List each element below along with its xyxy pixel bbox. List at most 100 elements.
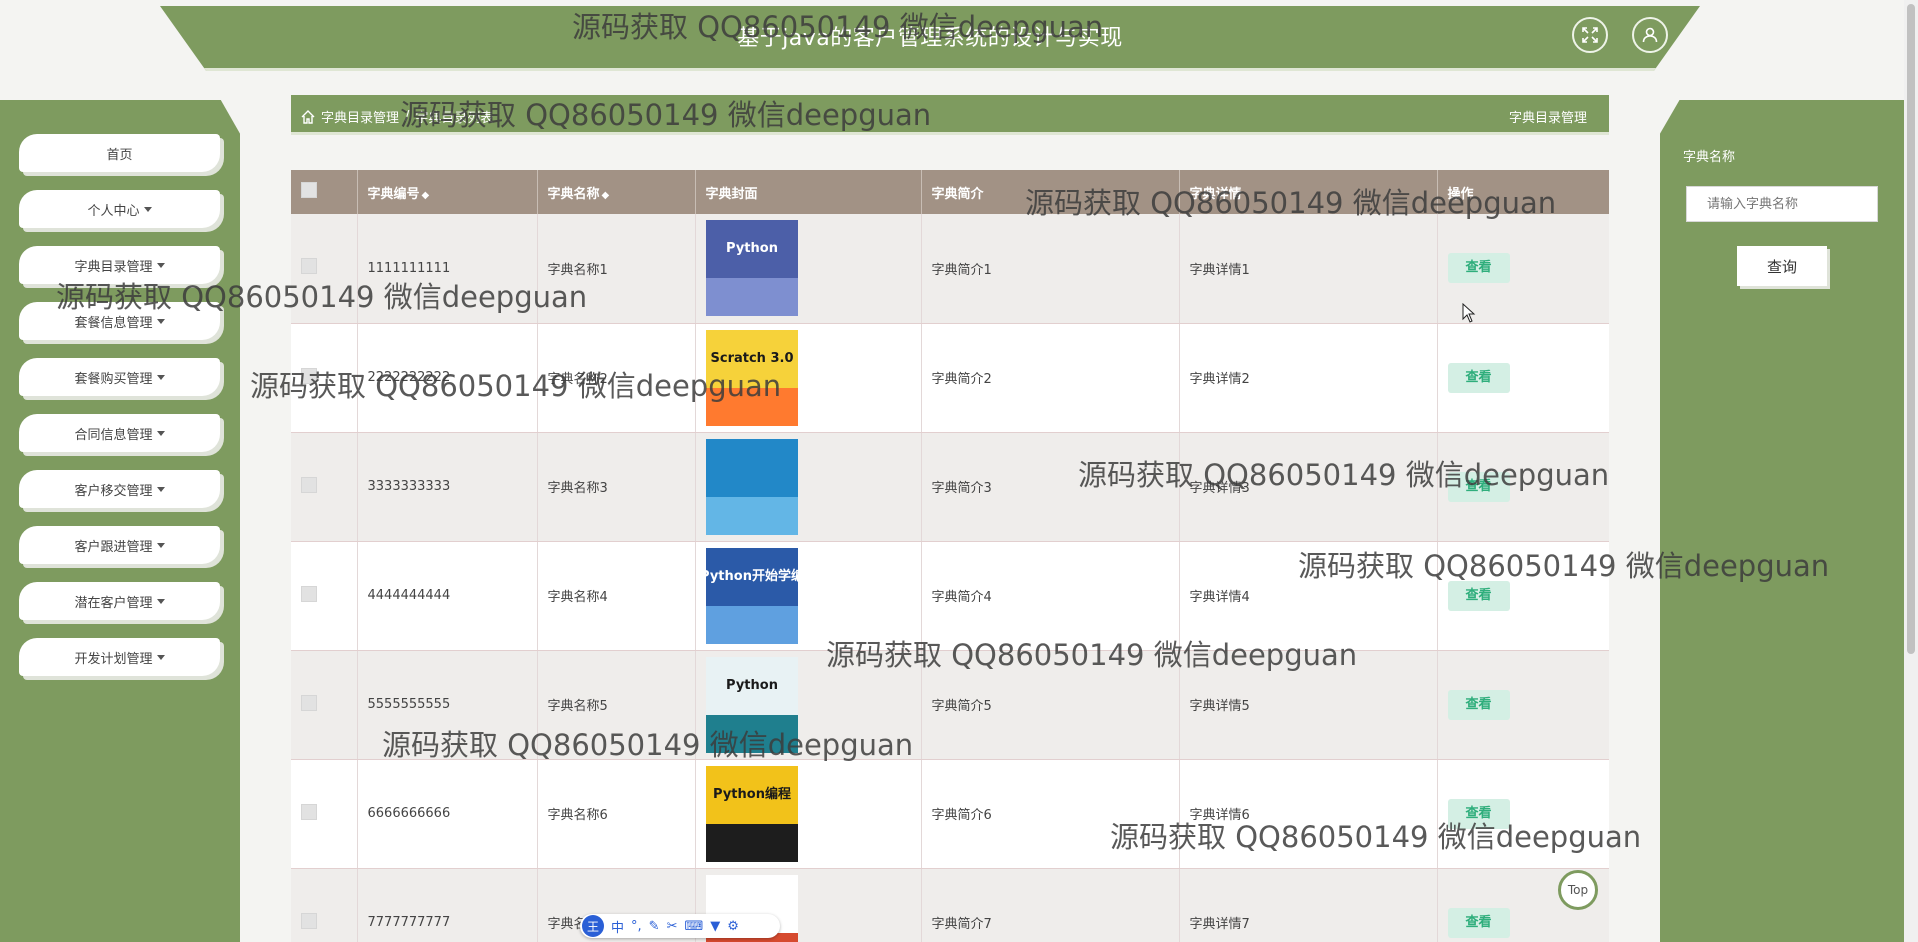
search-button[interactable]: 查询 [1737, 246, 1827, 286]
cell-code: 3333333333 [357, 432, 538, 542]
cell-intro: 字典简介7 [921, 868, 1180, 942]
sidebar-item-label: 客户移交管理 [74, 483, 153, 499]
book-cover-image[interactable] [702, 437, 802, 537]
fullscreen-button[interactable] [1572, 17, 1608, 53]
col-header-cover: 字典封面 [695, 170, 922, 214]
col-header-action: 操作 [1437, 170, 1609, 214]
breadcrumb-separator: / [405, 109, 410, 124]
sidebar-item[interactable]: 客户移交管理 [19, 470, 220, 508]
mouse-cursor-icon [1462, 303, 1476, 323]
cell-action: 查看 [1437, 323, 1609, 433]
user-icon [1642, 27, 1658, 43]
sidebar-item[interactable]: 字典目录管理 [19, 246, 220, 284]
sidebar-item[interactable]: 客户跟进管理 [19, 526, 220, 564]
book-cover-title: Python [726, 241, 778, 256]
table-row: 7777777777 字典名称7 字典简介7 字典详情7 查看 [291, 868, 1609, 942]
sidebar-item[interactable]: 个人中心 [19, 190, 220, 228]
row-select-cell [291, 759, 358, 869]
sidebar-item[interactable]: 合同信息管理 [19, 414, 220, 452]
sidebar-item[interactable]: 套餐购买管理 [19, 358, 220, 396]
select-all-checkbox[interactable] [301, 182, 317, 198]
breadcrumb-level1[interactable]: 字典目录管理 [321, 107, 399, 126]
row-checkbox[interactable] [301, 803, 317, 820]
cell-detail: 字典详情1 [1179, 214, 1438, 324]
table-row: 6666666666 字典名称6 Python编程 字典简介6 字典详情6 查看 [291, 759, 1609, 869]
cell-cover [695, 432, 922, 542]
table-row: 2222222222 字典名称2 Scratch 3.0 字典简介2 字典详情2 查看 [291, 323, 1609, 433]
col-header-intro: 字典简介 [921, 170, 1180, 214]
cell-name: 字典名称1 [537, 214, 696, 324]
cell-name: 字典名称3 [537, 432, 696, 542]
skin-icon[interactable]: ▼ [710, 919, 720, 934]
row-checkbox[interactable] [301, 912, 317, 929]
home-icon[interactable] [301, 109, 315, 124]
expand-icon [1582, 27, 1598, 43]
sort-icon[interactable]: ◆ [602, 190, 610, 201]
cell-intro: 字典简介5 [921, 650, 1180, 760]
view-button[interactable]: 查看 [1447, 471, 1510, 502]
cell-code: 4444444444 [357, 541, 538, 651]
cell-action: 查看 [1437, 432, 1609, 542]
cell-name: 字典名称4 [537, 541, 696, 651]
book-cover-image[interactable]: Python [702, 655, 802, 755]
scissors-icon[interactable]: ✂ [667, 919, 678, 934]
col-header-code[interactable]: 字典编号 ◆ [357, 170, 538, 214]
punctuation-icon[interactable]: °, [631, 919, 642, 934]
sidebar-item-label: 套餐信息管理 [74, 315, 153, 331]
cell-code: 7777777777 [357, 868, 538, 942]
caret-down-icon [156, 654, 165, 660]
cell-intro: 字典简介1 [921, 214, 1180, 324]
pen-icon[interactable]: ✎ [649, 919, 660, 934]
caret-down-icon [156, 262, 165, 268]
cell-code: 5555555555 [357, 650, 538, 760]
book-cover-image[interactable]: 从Python开始学编程 [702, 546, 802, 646]
caret-down-icon [156, 598, 165, 604]
view-button[interactable]: 查看 [1447, 580, 1510, 611]
row-checkbox[interactable] [301, 694, 317, 711]
table-row: 4444444444字典名称4 从Python开始学编程 字典简介4字典详情4 查看 [291, 541, 1609, 651]
caret-down-icon [156, 542, 165, 548]
row-select-cell [291, 432, 358, 542]
search-input[interactable] [1686, 186, 1878, 222]
cell-cover: Python编程 [695, 759, 922, 869]
sidebar-item[interactable]: 潜在客户管理 [19, 582, 220, 620]
back-to-top-button[interactable]: Top [1558, 870, 1598, 910]
row-select-cell [291, 323, 358, 433]
scrollbar-thumb[interactable] [1907, 4, 1915, 654]
view-button[interactable]: 查看 [1447, 689, 1510, 720]
caret-down-icon [156, 430, 165, 436]
ime-mode[interactable]: 中 [611, 917, 624, 936]
col-header-name[interactable]: 字典名称 ◆ [537, 170, 696, 214]
sidebar-item[interactable]: 首页 [19, 134, 220, 172]
sidebar-item-label: 个人中心 [87, 203, 140, 219]
view-button[interactable]: 查看 [1447, 362, 1510, 393]
row-checkbox[interactable] [301, 476, 317, 493]
ime-logo[interactable]: 王 [582, 915, 604, 937]
sidebar: 首页个人中心字典目录管理套餐信息管理 套餐购买管理 合同信息管理 客户移交管理客户跟进… [0, 100, 240, 942]
ime-toolbar[interactable]: 王 中 °, ✎ ✂ ⌨ ▼ ⚙ [580, 914, 780, 938]
dictionary-table: 字典编号 ◆ 字典名称 ◆ 字典封面 字典简介 字典详情 操作 1111111111… [291, 170, 1609, 942]
row-checkbox[interactable] [301, 258, 317, 275]
sidebar-item-label: 合同信息管理 [74, 427, 153, 443]
view-button[interactable]: 查看 [1447, 907, 1510, 938]
page-scrollbar[interactable] [1904, 0, 1918, 942]
book-cover-image[interactable]: Python编程 [702, 764, 802, 864]
user-button[interactable] [1632, 17, 1668, 53]
view-button[interactable]: 查看 [1447, 253, 1510, 284]
keyboard-icon[interactable]: ⌨ [684, 919, 703, 934]
sort-icon[interactable]: ◆ [422, 190, 430, 201]
caret-down-icon [156, 374, 165, 380]
search-label: 字典名称 [1683, 150, 1736, 165]
view-button[interactable]: 查看 [1447, 798, 1510, 829]
sidebar-item[interactable]: 开发计划管理 [19, 638, 220, 676]
sidebar-item-label: 潜在客户管理 [74, 595, 153, 611]
sidebar-item[interactable]: 套餐信息管理 [19, 302, 220, 340]
row-checkbox[interactable] [301, 367, 317, 384]
sidebar-item-label: 套餐购买管理 [74, 371, 153, 387]
book-cover-image[interactable]: Python [702, 218, 802, 318]
cell-intro: 字典简介2 [921, 323, 1180, 433]
book-cover-image[interactable]: Scratch 3.0 [702, 328, 802, 428]
settings-icon[interactable]: ⚙ [727, 919, 739, 934]
top-header: 基于java的客户管理系统的设计与实现 [160, 6, 1700, 71]
row-checkbox[interactable] [301, 585, 317, 602]
